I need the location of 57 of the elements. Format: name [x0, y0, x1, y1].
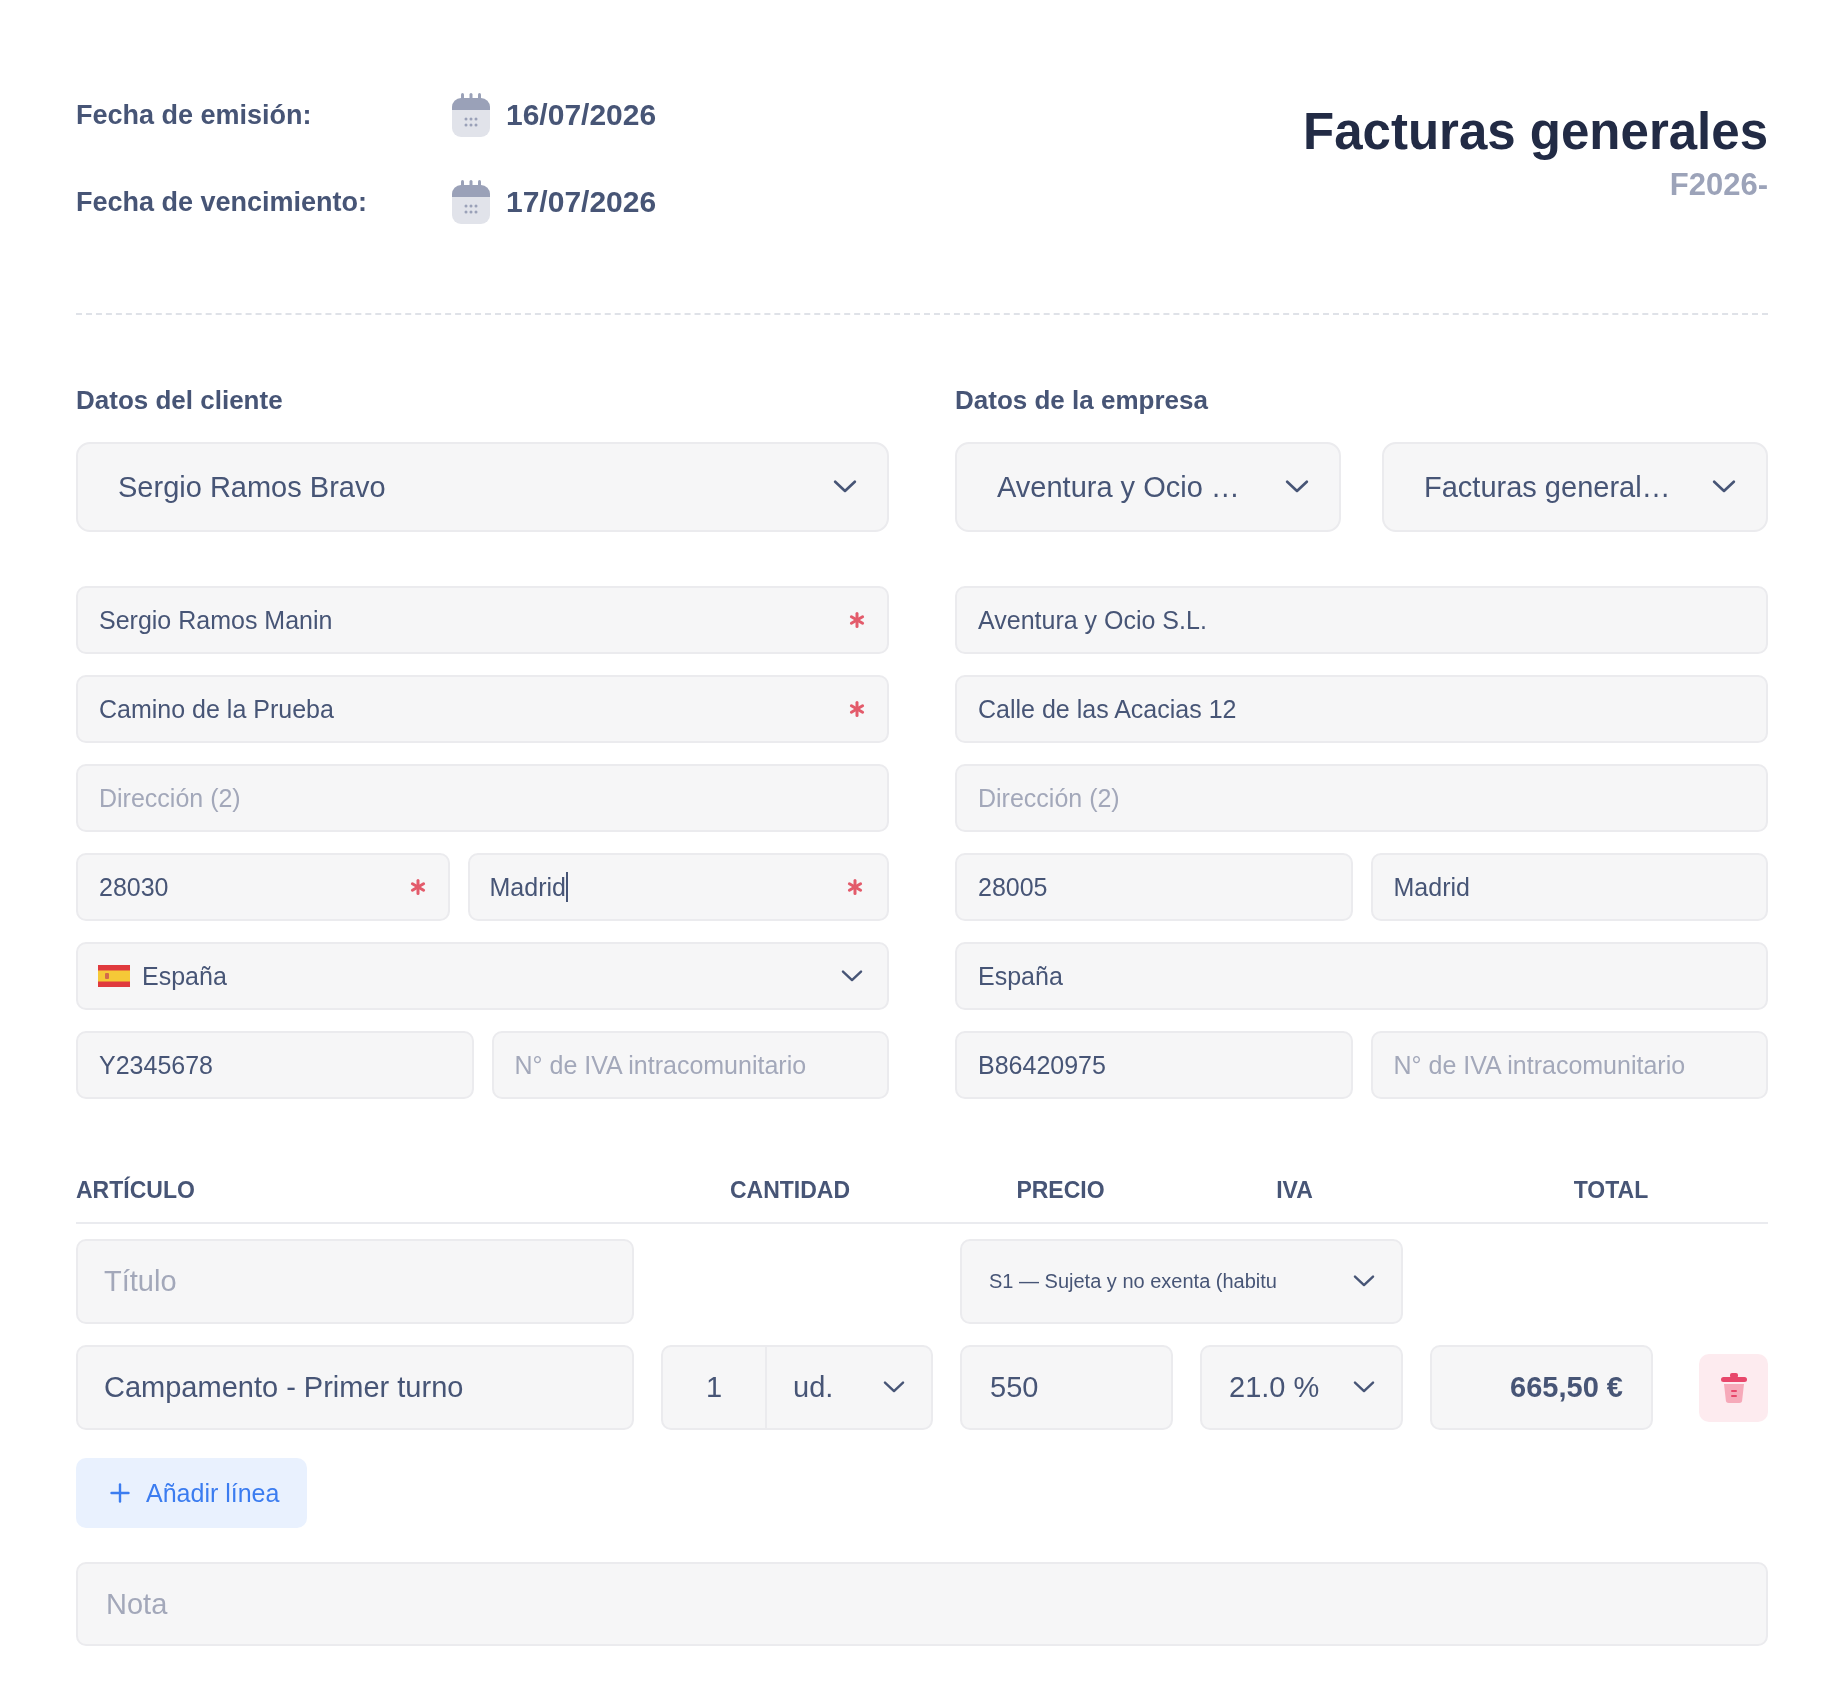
input-field[interactable]: 28005 — [955, 853, 1353, 921]
unit-dropdown[interactable]: ud. — [765, 1347, 931, 1428]
note-field[interactable]: Nota — [76, 1562, 1768, 1646]
trash-icon — [1720, 1372, 1747, 1403]
input-field[interactable]: B86420975 — [955, 1031, 1353, 1099]
dropdown[interactable]: 21.0 % — [1200, 1345, 1403, 1430]
column-header: CANTIDAD — [729, 1176, 851, 1204]
section-heading: Datos de la empresa — [955, 384, 1208, 416]
date-label: Fecha de vencimiento: — [76, 186, 369, 218]
input-field[interactable]: España — [955, 942, 1768, 1010]
input-field[interactable]: 28030 — [76, 853, 450, 921]
calendar-icon — [452, 93, 490, 137]
input-field[interactable]: Camino de la Prueba — [76, 675, 889, 743]
add-line-button[interactable]: Añadir línea — [76, 1458, 308, 1528]
calendar-icon — [452, 180, 490, 224]
dropdown[interactable]: S1 — Sujeta y no exenta (habitu — [960, 1239, 1403, 1324]
input-field[interactable]: Madrid — [467, 853, 889, 921]
column-header: ARTÍCULO — [76, 1176, 195, 1204]
chevron-down-icon — [883, 1381, 905, 1394]
quantity-field[interactable]: 1 ud. — [661, 1345, 933, 1430]
flag-icon — [98, 965, 130, 987]
plus-icon — [110, 1483, 130, 1503]
column-header: IVA — [1276, 1176, 1313, 1204]
chevron-down-icon — [1353, 1381, 1375, 1394]
input-field[interactable]: N° de IVA intracomunitario — [491, 1031, 889, 1099]
total-field[interactable]: 665,50 € — [1430, 1345, 1653, 1430]
dropdown[interactable]: Sergio Ramos Bravo — [76, 442, 889, 532]
date-label: Fecha de emisión: — [76, 99, 313, 131]
text-input[interactable]: Madrid — [489, 872, 566, 902]
chevron-down-icon — [1285, 480, 1309, 494]
delete-button[interactable] — [1699, 1353, 1768, 1422]
chevron-down-icon — [841, 969, 863, 983]
column-header: TOTAL — [1573, 1176, 1649, 1204]
date-value[interactable]: 16/07/2026 — [506, 98, 657, 132]
chevron-down-icon — [833, 480, 857, 494]
input-field[interactable]: Aventura y Ocio S.L. — [955, 586, 1768, 654]
section-heading: Datos del cliente — [76, 384, 283, 416]
input-field[interactable]: Y2345678 — [76, 1031, 474, 1099]
quantity-input[interactable]: 1 — [663, 1347, 765, 1428]
chevron-down-icon — [1353, 1275, 1375, 1288]
input-field[interactable]: Madrid — [1370, 853, 1768, 921]
date-value[interactable]: 17/07/2026 — [506, 185, 657, 219]
input-field[interactable]: 550 — [960, 1345, 1173, 1430]
chevron-down-icon — [1712, 480, 1736, 494]
country-dropdown[interactable]: España — [76, 942, 889, 1010]
input-field[interactable]: N° de IVA intracomunitario — [1370, 1031, 1768, 1099]
input-field[interactable]: Título — [76, 1239, 634, 1324]
invoice-number: F2026- — [1669, 167, 1768, 203]
invoice-title: Facturas generales — [1303, 103, 1768, 161]
input-field[interactable]: Dirección (2) — [76, 764, 889, 832]
input-field[interactable]: Dirección (2) — [955, 764, 1768, 832]
dropdown[interactable]: Aventura y Ocio … — [955, 442, 1341, 532]
input-field[interactable]: Campamento - Primer turno — [76, 1345, 634, 1430]
input-field[interactable]: Sergio Ramos Manin — [76, 586, 889, 654]
dropdown[interactable]: Facturas general… — [1382, 442, 1768, 532]
column-header: PRECIO — [1016, 1176, 1105, 1204]
input-field[interactable]: Calle de las Acacias 12 — [955, 675, 1768, 743]
